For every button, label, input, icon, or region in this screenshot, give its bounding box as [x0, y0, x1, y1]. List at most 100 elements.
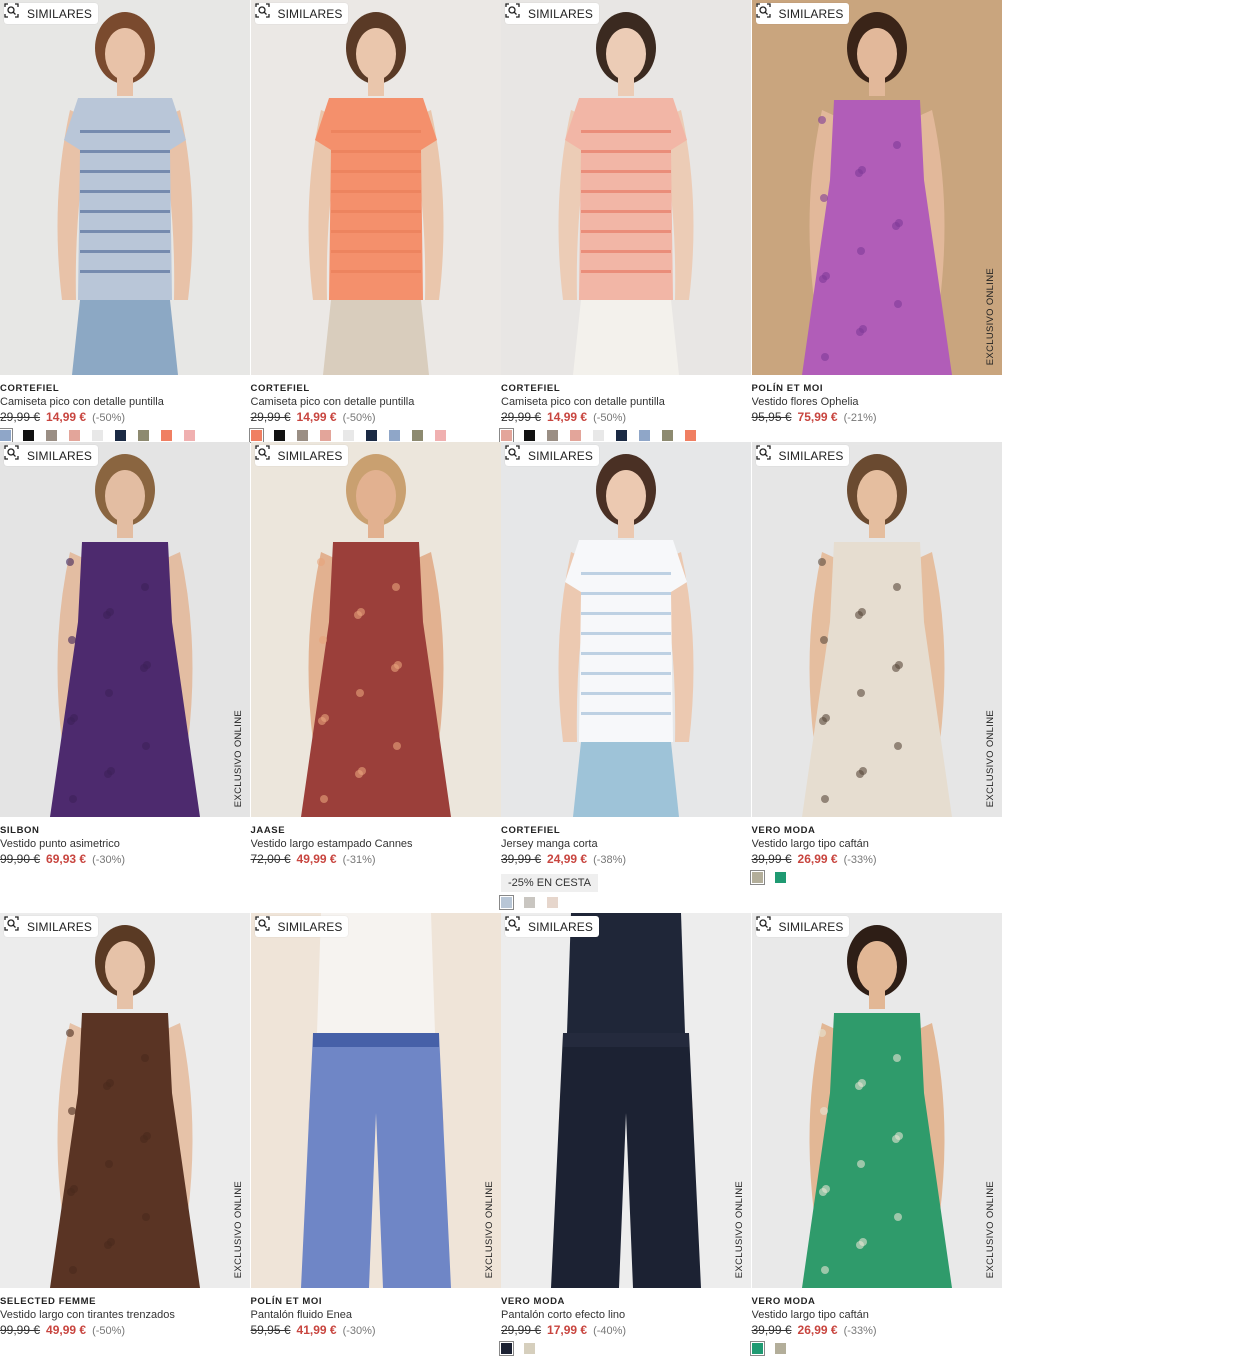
- product-name[interactable]: Vestido largo con tirantes trenzados: [0, 1308, 250, 1322]
- color-swatch[interactable]: [115, 430, 126, 441]
- color-swatch[interactable]: [388, 430, 400, 441]
- color-swatch[interactable]: [499, 428, 514, 443]
- color-swatch[interactable]: [161, 430, 172, 441]
- product-image[interactable]: SIMILARES EXCLUSIVO ONLINE: [751, 0, 1002, 375]
- color-swatch[interactable]: [774, 872, 786, 883]
- similar-button[interactable]: SIMILARES: [4, 916, 98, 937]
- exclusive-online-label: EXCLUSIVO ONLINE: [734, 1180, 745, 1278]
- color-swatch[interactable]: [434, 430, 446, 441]
- color-swatch[interactable]: [23, 430, 34, 441]
- product-name[interactable]: Vestido flores Ophelia: [752, 395, 1002, 409]
- color-swatch[interactable]: [184, 430, 195, 441]
- similar-button[interactable]: SIMILARES: [4, 445, 98, 466]
- color-swatch[interactable]: [138, 430, 149, 441]
- color-swatches: [749, 1341, 1002, 1356]
- similar-button[interactable]: SIMILARES: [755, 445, 850, 466]
- product-prices: 29,99 € 14,99 € (-50%): [501, 409, 751, 425]
- color-swatch[interactable]: [0, 428, 13, 443]
- visual-search-icon: [755, 3, 775, 21]
- product-name[interactable]: Camiseta pico con detalle puntilla: [251, 395, 501, 409]
- product-image[interactable]: SIMILARES: [501, 0, 751, 375]
- similar-button[interactable]: SIMILARES: [755, 916, 850, 937]
- color-swatch[interactable]: [662, 430, 673, 441]
- product-name[interactable]: Vestido punto asimetrico: [0, 837, 250, 851]
- old-price: 99,90 €: [0, 852, 41, 866]
- color-swatch[interactable]: [749, 1341, 765, 1356]
- color-swatch[interactable]: [499, 895, 514, 910]
- color-swatch[interactable]: [411, 430, 423, 441]
- product-name[interactable]: Pantalón corto efecto lino: [501, 1308, 751, 1322]
- product-name[interactable]: Vestido largo estampado Cannes: [251, 837, 501, 851]
- color-swatch[interactable]: [570, 430, 581, 441]
- product-name[interactable]: Pantalón fluido Enea: [251, 1308, 501, 1322]
- similar-button-label: SIMILARES: [277, 919, 343, 934]
- product-name[interactable]: Camiseta pico con detalle puntilla: [0, 395, 250, 409]
- similar-button[interactable]: SIMILARES: [755, 3, 850, 24]
- color-swatch[interactable]: [524, 897, 535, 908]
- color-swatches: [0, 428, 250, 443]
- product-image[interactable]: SIMILARES: [250, 0, 501, 375]
- product-info: CORTEFIEL Jersey manga corta 39,99 € 24,99 …: [499, 824, 751, 910]
- product-brand: CORTEFIEL: [501, 383, 561, 394]
- product-name[interactable]: Camiseta pico con detalle puntilla: [501, 395, 751, 409]
- similar-button[interactable]: SIMILARES: [505, 445, 599, 466]
- similar-button[interactable]: SIMILARES: [505, 3, 599, 24]
- discount-badge: (-50%): [593, 412, 627, 424]
- discount-badge: (-40%): [593, 1325, 627, 1337]
- color-swatch[interactable]: [593, 430, 604, 441]
- product-image[interactable]: SIMILARES EXCLUSIVO ONLINE: [751, 442, 1002, 817]
- visual-search-icon: [505, 916, 524, 934]
- visual-search-icon: [505, 3, 524, 21]
- product-image[interactable]: SIMILARES EXCLUSIVO ONLINE: [0, 913, 250, 1288]
- product-info: VERO MODA Pantalón corto efecto lino 29,99…: [499, 1295, 751, 1356]
- product-brand: VERO MODA: [751, 825, 816, 836]
- color-swatch[interactable]: [365, 430, 377, 441]
- similar-button[interactable]: SIMILARES: [254, 445, 349, 466]
- color-swatch[interactable]: [547, 897, 558, 908]
- color-swatch[interactable]: [248, 428, 264, 443]
- color-swatch[interactable]: [749, 870, 765, 885]
- color-swatch[interactable]: [547, 430, 558, 441]
- color-swatch[interactable]: [685, 430, 696, 441]
- color-swatch[interactable]: [319, 430, 331, 441]
- similar-button-label: SIMILARES: [27, 448, 92, 463]
- product-image[interactable]: SIMILARES EXCLUSIVO ONLINE: [250, 913, 501, 1288]
- discount-badge: (-30%): [342, 1325, 376, 1337]
- color-swatch[interactable]: [69, 430, 80, 441]
- color-swatch[interactable]: [46, 430, 57, 441]
- similar-button[interactable]: SIMILARES: [254, 916, 349, 937]
- product-info: CORTEFIEL Camiseta pico con detalle punti…: [0, 382, 250, 443]
- color-swatch[interactable]: [499, 1341, 514, 1356]
- color-swatch[interactable]: [774, 1343, 786, 1354]
- product-image[interactable]: SIMILARES EXCLUSIVO ONLINE: [751, 913, 1002, 1288]
- product-name[interactable]: Vestido largo tipo caftán: [752, 837, 1002, 851]
- sale-price: 24,99 €: [547, 852, 588, 866]
- color-swatch[interactable]: [296, 430, 308, 441]
- discount-badge: (-38%): [593, 854, 627, 866]
- color-swatches: [499, 428, 751, 443]
- similar-button[interactable]: SIMILARES: [254, 3, 349, 24]
- color-swatch[interactable]: [639, 430, 650, 441]
- product-image[interactable]: SIMILARES EXCLUSIVO ONLINE: [0, 442, 250, 817]
- visual-search-icon: [254, 916, 274, 934]
- product-image[interactable]: SIMILARES: [501, 442, 751, 817]
- color-swatch[interactable]: [273, 430, 285, 441]
- color-swatch[interactable]: [524, 430, 535, 441]
- visual-search-icon: [254, 445, 274, 463]
- product-name[interactable]: Jersey manga corta: [501, 837, 751, 851]
- color-swatch[interactable]: [524, 1343, 535, 1354]
- old-price: 72,00 €: [250, 852, 291, 866]
- similar-button[interactable]: SIMILARES: [4, 3, 98, 24]
- sale-price: 26,99 €: [797, 852, 838, 866]
- visual-search-icon: [4, 445, 23, 463]
- discount-badge: (-30%): [92, 854, 126, 866]
- color-swatch[interactable]: [92, 430, 103, 441]
- product-image[interactable]: SIMILARES EXCLUSIVO ONLINE: [501, 913, 751, 1288]
- old-price: 39,99 €: [751, 1323, 792, 1337]
- color-swatch[interactable]: [616, 430, 627, 441]
- product-image[interactable]: SIMILARES: [250, 442, 501, 817]
- similar-button[interactable]: SIMILARES: [505, 916, 599, 937]
- product-name[interactable]: Vestido largo tipo caftán: [752, 1308, 1002, 1322]
- product-image[interactable]: SIMILARES: [0, 0, 250, 375]
- color-swatch[interactable]: [342, 430, 354, 441]
